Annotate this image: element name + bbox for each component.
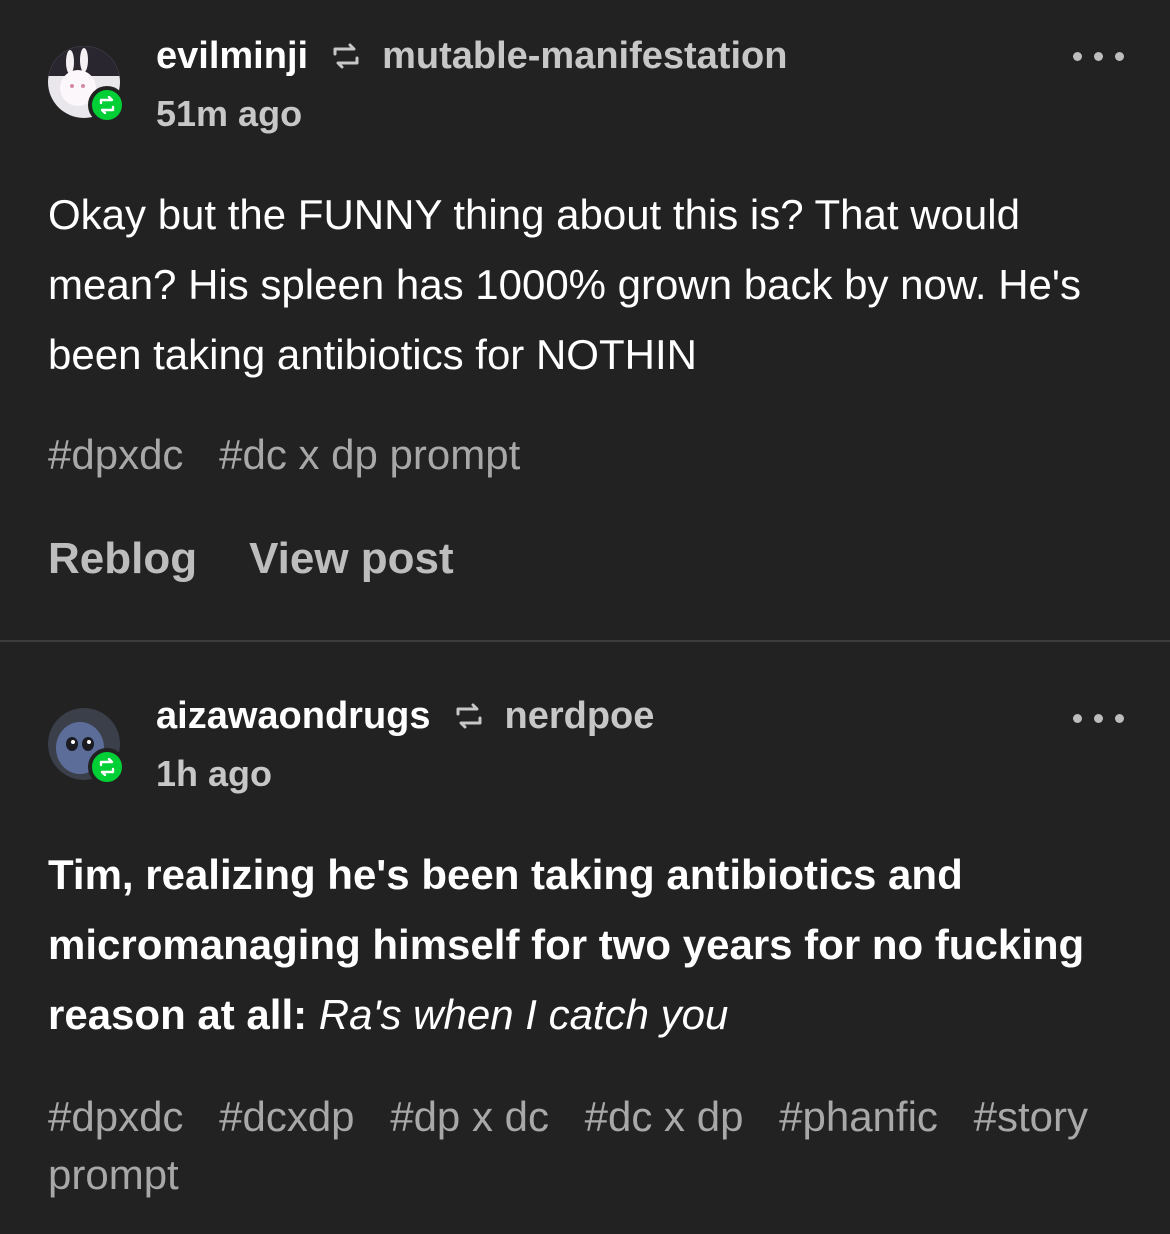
more-options-icon[interactable] [1073,714,1124,723]
tag[interactable]: #dc x dp [585,1093,744,1140]
username[interactable]: aizawaondrugs [156,694,431,738]
tag-list: #dpxdc #dcxdp #dp x dc #dc x dp #phanfic… [48,1088,1128,1204]
post-body-italic: Ra's when I catch you [318,991,729,1038]
reblog-badge-icon [88,86,126,124]
reblog-icon [453,703,485,729]
post-card: evilminji mutable-manifestation 51m ago … [0,0,1170,640]
more-options-icon[interactable] [1073,52,1124,61]
reblog-badge-icon [88,748,126,786]
post-actions: Reblog View post [48,534,454,584]
reblog-source[interactable]: mutable-manifestation [382,34,787,78]
tag[interactable]: #phanfic [779,1093,938,1140]
post-card: aizawaondrugs nerdpoe 1h ago Tim, realiz… [0,642,1170,1234]
tag-list: #dpxdc #dc x dp prompt [48,426,1128,484]
tag[interactable]: #dc x dp prompt [219,431,520,478]
tag[interactable]: #dpxdc [48,1093,183,1140]
view-post-button[interactable]: View post [249,534,454,584]
post-body: Tim, realizing he's been taking antibiot… [48,840,1128,1050]
tag[interactable]: #dcxdp [219,1093,354,1140]
username[interactable]: evilminji [156,34,308,78]
timestamp: 1h ago [156,753,273,794]
timestamp: 51m ago [156,93,303,134]
avatar[interactable] [48,46,126,124]
tag[interactable]: #dp x dc [390,1093,549,1140]
reblog-button[interactable]: Reblog [48,534,197,584]
reblog-source[interactable]: nerdpoe [505,694,655,738]
tag[interactable]: #dpxdc [48,431,183,478]
avatar[interactable] [48,708,126,786]
reblog-icon [330,43,362,69]
post-body: Okay but the FUNNY thing about this is? … [48,191,1081,378]
post-header: aizawaondrugs nerdpoe [156,694,654,738]
post-header: evilminji mutable-manifestation [156,34,787,78]
